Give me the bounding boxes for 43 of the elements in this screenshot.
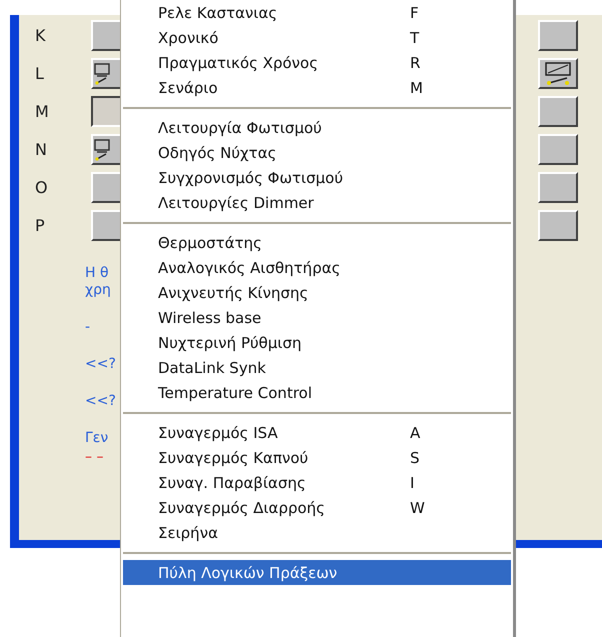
- toggle-button[interactable]: [538, 210, 578, 241]
- menu-item[interactable]: Πύλη Λογικών Πράξεων: [123, 560, 511, 585]
- note-text: Γεν: [85, 430, 108, 447]
- row-label: O: [34, 178, 49, 197]
- monitor-switch-icon: [94, 138, 110, 162]
- note-text: – –: [85, 449, 104, 466]
- menu-item[interactable]: Αναλογικός Αισθητήρας: [121, 255, 513, 280]
- row-label: L: [34, 64, 45, 83]
- menu-item[interactable]: Οδηγός Νύχτας: [121, 140, 513, 165]
- menu-item[interactable]: Temperature Control: [121, 380, 513, 405]
- row-label: P: [34, 216, 46, 235]
- menu-item[interactable]: Πραγματικός Χρόνος R: [121, 50, 513, 75]
- menu-item[interactable]: Λειτουργία Φωτισμού: [121, 115, 513, 140]
- menu-item[interactable]: Σειρήνα: [121, 520, 513, 545]
- menu-item[interactable]: Wireless base: [121, 305, 513, 330]
- menu-item[interactable]: DataLink Synk: [121, 355, 513, 380]
- menu-item[interactable]: Συναγερμός Καπνού S: [121, 445, 513, 470]
- row-label: K: [34, 26, 47, 45]
- toggle-button[interactable]: [538, 96, 578, 127]
- note-text: <<?: [85, 393, 116, 410]
- monitor-switch-icon: [94, 62, 110, 86]
- menu-item[interactable]: Λειτουργίες Dimmer: [121, 190, 513, 215]
- menu-item[interactable]: Συναγερμός Διαρροής W: [121, 495, 513, 520]
- row-label: M: [34, 102, 50, 121]
- menu-item[interactable]: Χρονικό T: [121, 25, 513, 50]
- menu-item[interactable]: Νυχτερινή Ρύθμιση: [121, 330, 513, 355]
- switch-icon: [543, 60, 573, 86]
- row-label: N: [34, 140, 48, 159]
- toggle-button[interactable]: [538, 172, 578, 203]
- menu-item[interactable]: Συναγερμός ISA A: [121, 420, 513, 445]
- menu-item[interactable]: Συναγ. Παραβίασης I: [121, 470, 513, 495]
- menu-item[interactable]: Συγχρονισμός Φωτισμού: [121, 165, 513, 190]
- note-text: χρη: [85, 282, 111, 299]
- menu-item[interactable]: Σενάριο M: [121, 75, 513, 100]
- note-text: Η θ: [85, 265, 109, 282]
- menu-item[interactable]: Ανιχνευτής Κίνησης: [121, 280, 513, 305]
- toggle-button[interactable]: [538, 58, 578, 89]
- note-text: <<?: [85, 356, 116, 373]
- menu-item[interactable]: Ρελε Καστανιας F: [121, 0, 513, 25]
- menu-item[interactable]: Θερμοστάτης: [121, 230, 513, 255]
- note-text: -: [85, 319, 90, 336]
- toggle-button[interactable]: [538, 20, 578, 51]
- toggle-button[interactable]: [538, 134, 578, 165]
